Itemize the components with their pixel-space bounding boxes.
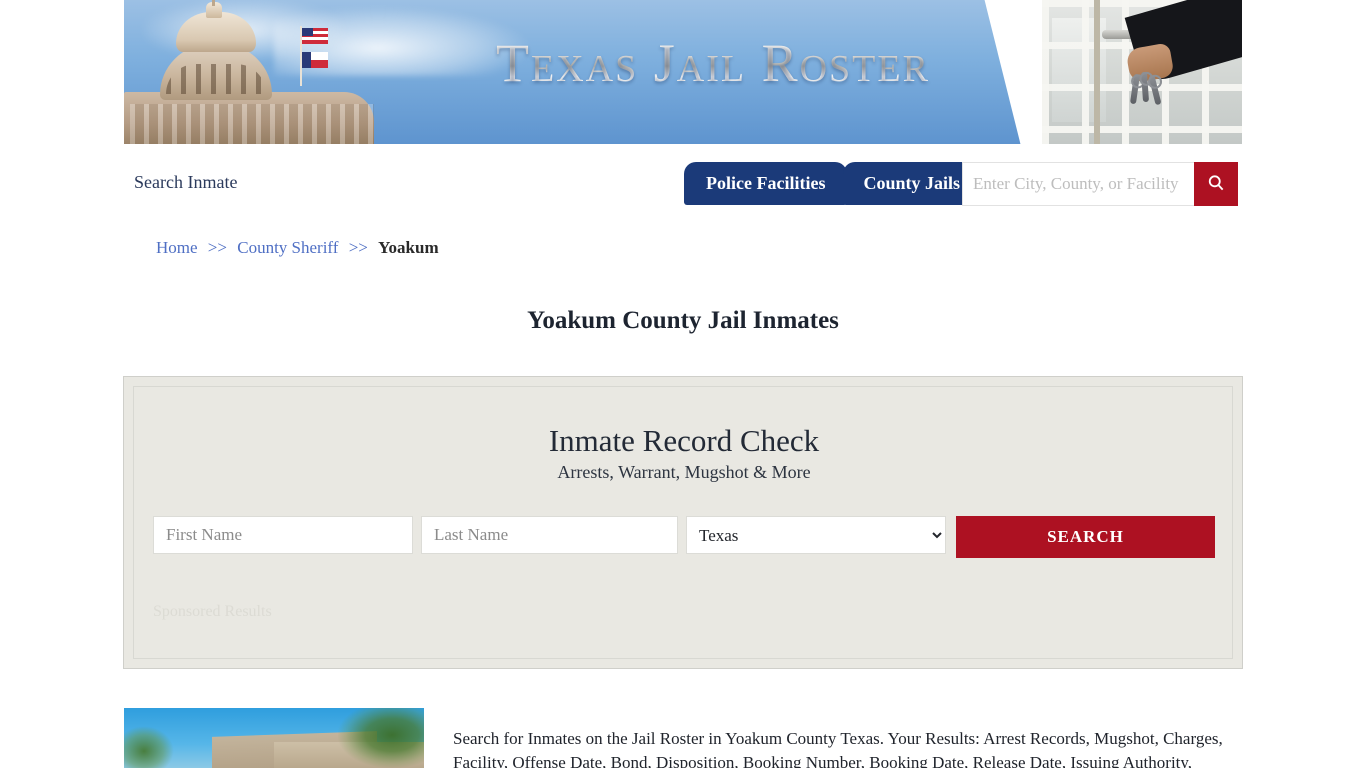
facility-search-input[interactable] — [962, 162, 1194, 206]
content-section: Search for Inmates on the Jail Roster in… — [124, 708, 1242, 768]
site-label: Search Inmate — [134, 172, 238, 192]
jail-building-thumbnail — [124, 708, 424, 768]
tab-county-jails[interactable]: County Jails — [843, 162, 980, 205]
record-check-form: Texas SEARCH — [153, 516, 1217, 558]
record-check-subtitle: Arrests, Warrant, Mugshot & More — [557, 462, 811, 482]
breadcrumb: Home >> County Sheriff >> Yoakum — [156, 238, 439, 258]
jail-description-text: Search for Inmates on the Jail Roster in… — [453, 729, 1223, 768]
panel-inner-border: Inmate Record Check Arrests, Warrant, Mu… — [133, 386, 1233, 659]
nav-tabs: Police Facilities County Jails — [684, 162, 980, 205]
capitol-columns — [130, 104, 374, 144]
breadcrumb-home[interactable]: Home — [156, 238, 198, 257]
search-icon — [1206, 173, 1226, 196]
facility-search-button[interactable] — [1194, 162, 1238, 206]
breadcrumb-separator-1: >> — [207, 238, 227, 257]
facility-search-box — [962, 162, 1238, 206]
inmate-record-check-panel: Inmate Record Check Arrests, Warrant, Mu… — [123, 376, 1243, 669]
record-check-search-button[interactable]: SEARCH — [956, 516, 1215, 558]
nav-row: Search Inmate Police Facilities County J… — [124, 144, 1242, 222]
thumbnail-tree-right — [338, 708, 424, 768]
record-check-title: Inmate Record Check — [548, 423, 820, 458]
tab-police-facilities[interactable]: Police Facilities — [684, 162, 848, 205]
site-banner: Texas Jail Roster — [124, 0, 1242, 144]
state-select[interactable]: Texas — [686, 516, 946, 554]
page-title: Yoakum County Jail Inmates — [527, 306, 839, 334]
thumbnail-tree-left — [124, 726, 174, 768]
page-root: Texas Jail Roster Search Inmate Police F… — [0, 0, 1366, 768]
breadcrumb-separator-2: >> — [348, 238, 368, 257]
breadcrumb-county-sheriff[interactable]: County Sheriff — [237, 238, 338, 257]
capitol-spire — [212, 0, 215, 6]
jail-door-frame — [1094, 0, 1100, 144]
sponsored-results-label: Sponsored Results — [153, 603, 272, 620]
jail-cell-image — [1042, 0, 1242, 144]
keys-icon — [1128, 71, 1166, 108]
first-name-input[interactable] — [153, 516, 413, 554]
last-name-input[interactable] — [421, 516, 678, 554]
breadcrumb-current: Yoakum — [378, 238, 439, 257]
